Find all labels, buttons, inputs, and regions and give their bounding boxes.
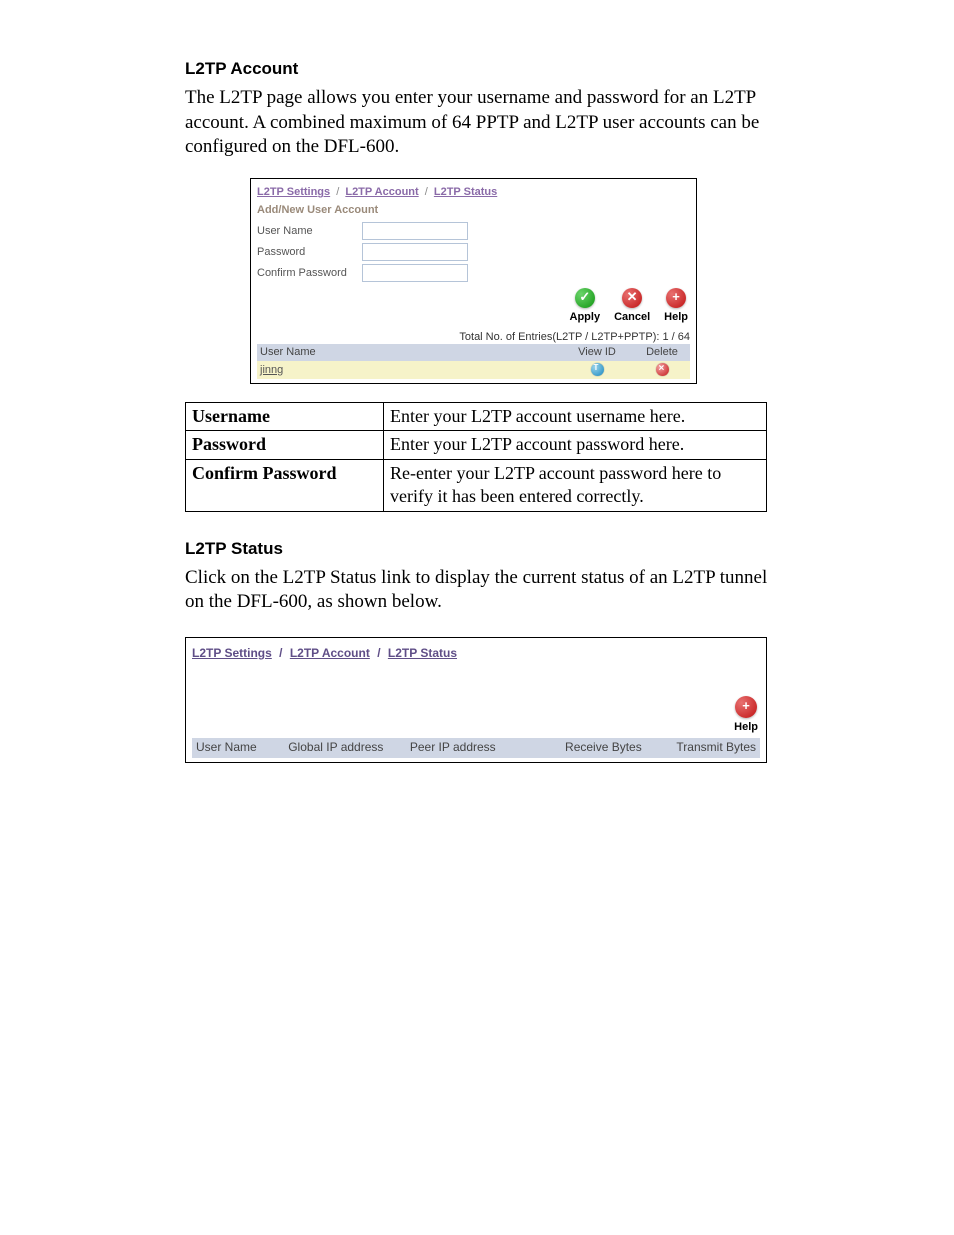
view-id-icon[interactable] <box>591 363 604 376</box>
table-row: Confirm Password Re-enter your L2TP acco… <box>186 459 767 511</box>
help-button[interactable]: Help <box>664 310 688 324</box>
l2tp-account-screenshot: L2TP Settings / L2TP Account / L2TP Stat… <box>250 178 697 384</box>
l2tp-account-body: The L2TP page allows you enter your user… <box>185 86 769 160</box>
cancel-button[interactable]: Cancel <box>614 310 650 324</box>
def-val: Enter your L2TP account username here. <box>384 402 767 430</box>
col-username: User Name <box>260 345 557 359</box>
add-new-user-heading: Add/New User Account <box>257 203 690 217</box>
tab-l2tp-status[interactable]: L2TP Status <box>388 646 457 660</box>
l2tp-status-heading: L2TP Status <box>185 538 769 560</box>
tab-l2tp-account[interactable]: L2TP Account <box>345 186 418 198</box>
entries-count: Total No. of Entries(L2TP / L2TP+PPTP): … <box>257 330 690 344</box>
col-viewid: View ID <box>557 345 637 359</box>
breadcrumb: L2TP Settings / L2TP Account / L2TP Stat… <box>192 646 760 662</box>
col-recv-bytes: Receive Bytes <box>531 740 641 756</box>
close-icon[interactable]: ✕ <box>622 288 642 308</box>
confirm-password-input[interactable] <box>362 264 468 282</box>
l2tp-status-body: Click on the L2TP Status link to display… <box>185 566 769 615</box>
plus-icon[interactable]: + <box>666 288 686 308</box>
password-input[interactable] <box>362 243 468 261</box>
delete-icon[interactable] <box>656 363 669 376</box>
def-key: Confirm Password <box>186 459 384 511</box>
l2tp-status-screenshot: L2TP Settings / L2TP Account / L2TP Stat… <box>185 637 767 763</box>
tab-l2tp-status[interactable]: L2TP Status <box>434 186 497 198</box>
field-description-table: Username Enter your L2TP account usernam… <box>185 402 767 512</box>
password-label: Password <box>257 245 362 259</box>
check-icon[interactable]: ✓ <box>575 288 595 308</box>
table-row: Password Enter your L2TP account passwor… <box>186 431 767 459</box>
apply-button[interactable]: Apply <box>570 310 601 324</box>
plus-icon[interactable]: + <box>735 696 757 718</box>
col-username: User Name <box>196 740 284 756</box>
table-row: jinng <box>257 361 690 379</box>
def-key: Username <box>186 402 384 430</box>
col-peer-ip: Peer IP address <box>410 740 528 756</box>
def-val: Enter your L2TP account password here. <box>384 431 767 459</box>
accounts-header: User Name View ID Delete <box>257 344 690 360</box>
tab-l2tp-settings[interactable]: L2TP Settings <box>192 646 272 660</box>
col-delete: Delete <box>637 345 687 359</box>
def-key: Password <box>186 431 384 459</box>
confirm-password-label: Confirm Password <box>257 266 362 280</box>
tab-l2tp-settings[interactable]: L2TP Settings <box>257 186 330 198</box>
breadcrumb: L2TP Settings / L2TP Account / L2TP Stat… <box>257 185 690 199</box>
col-xmit-bytes: Transmit Bytes <box>646 740 756 756</box>
table-row: Username Enter your L2TP account usernam… <box>186 402 767 430</box>
username-label: User Name <box>257 224 362 238</box>
tab-l2tp-account[interactable]: L2TP Account <box>290 646 370 660</box>
username-input[interactable] <box>362 222 468 240</box>
def-val: Re-enter your L2TP account password here… <box>384 459 767 511</box>
help-button[interactable]: Help <box>734 720 758 734</box>
col-global-ip: Global IP address <box>288 740 406 756</box>
status-table-header: User Name Global IP address Peer IP addr… <box>192 738 760 758</box>
l2tp-account-heading: L2TP Account <box>185 58 769 80</box>
row-username[interactable]: jinng <box>260 363 557 377</box>
